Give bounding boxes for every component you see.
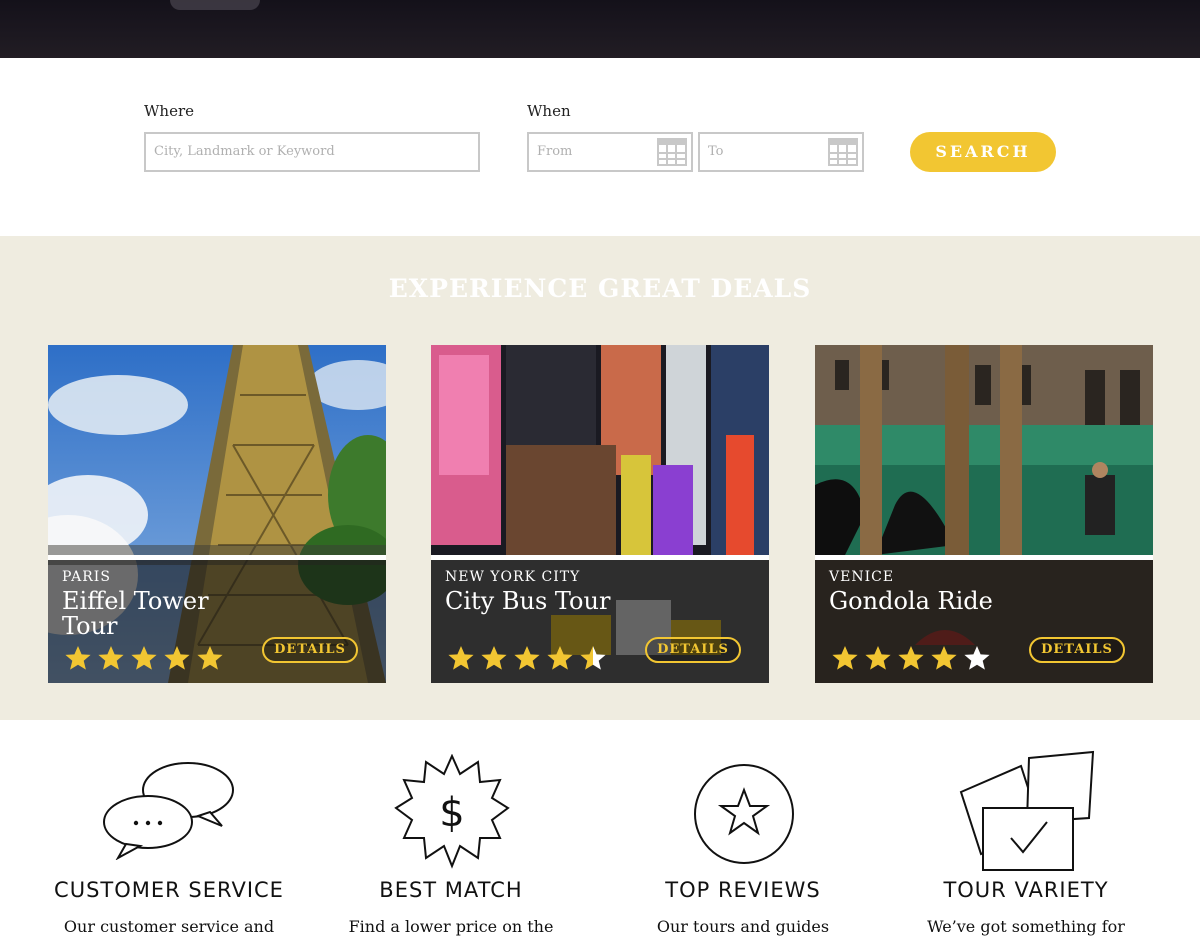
star-icon	[931, 646, 957, 670]
feature-title: TOP REVIEWS	[665, 878, 821, 902]
from-date-box[interactable]	[527, 132, 693, 172]
features-section: CUSTOMER SERVICE Our customer service an…	[0, 720, 1200, 938]
card-tour-name: City Bus Tour	[445, 587, 611, 615]
star-icon	[580, 646, 606, 670]
from-date-input[interactable]	[537, 144, 647, 159]
star-icon	[65, 646, 91, 670]
rating-stars	[447, 645, 607, 671]
star-icon	[514, 646, 540, 670]
hero-mountain	[170, 0, 260, 10]
star-icon	[547, 646, 573, 670]
calendar-icon[interactable]	[657, 138, 687, 166]
details-button[interactable]: DETAILS	[1029, 637, 1125, 663]
feature-text: We’ve got something for	[927, 917, 1125, 936]
deal-card-venice[interactable]: VENICE Gondola Ride DETAILS	[815, 345, 1153, 683]
deal-card-new-york[interactable]: NEW YORK CITY City Bus Tour DETAILS	[431, 345, 769, 683]
star-icon	[197, 646, 223, 670]
where-input[interactable]	[154, 144, 478, 159]
deals-section: EXPERIENCE GREAT DEALS PARIS Eiffel Towe…	[0, 236, 1200, 720]
star-icon	[448, 646, 474, 670]
card-city: PARIS	[62, 569, 111, 585]
card-tour-name: Eiffel Tower Tour	[62, 587, 209, 640]
feature-title: BEST MATCH	[379, 878, 523, 902]
deals-title: EXPERIENCE GREAT DEALS	[388, 274, 812, 303]
feature-text: Our tours and guides	[656, 917, 830, 936]
star-icon	[865, 646, 891, 670]
star-icon	[898, 646, 924, 670]
details-button[interactable]: DETAILS	[262, 637, 358, 663]
hero-image	[0, 0, 1200, 58]
star-circle-icon	[694, 764, 794, 864]
chat-bubbles-icon	[103, 762, 234, 860]
card-city: VENICE	[829, 569, 895, 585]
feature-text: Find a lower price on the	[348, 917, 554, 936]
search-bar: Where When SEARCH	[0, 58, 1200, 236]
deal-card-paris[interactable]: PARIS Eiffel Tower Tour DETAILS	[48, 345, 386, 683]
price-badge-icon: $	[394, 754, 510, 869]
star-icon	[131, 646, 157, 670]
feature-title: CUSTOMER SERVICE	[54, 878, 284, 902]
star-icon	[98, 646, 124, 670]
star-icon	[964, 646, 990, 670]
feature-title: TOUR VARIETY	[943, 878, 1109, 902]
search-button[interactable]: SEARCH	[910, 132, 1056, 172]
calendar-icon[interactable]	[828, 138, 858, 166]
star-icon	[164, 646, 190, 670]
details-button[interactable]: DETAILS	[645, 637, 741, 663]
star-icon	[832, 646, 858, 670]
card-city: NEW YORK CITY	[445, 569, 581, 585]
checklist-cards-icon	[959, 750, 1095, 871]
feature-text: Our customer service and	[63, 917, 275, 936]
to-date-box[interactable]	[698, 132, 864, 172]
star-icon	[481, 646, 507, 670]
card-tour-name: Gondola Ride	[829, 587, 993, 615]
rating-stars	[831, 645, 991, 671]
svg-text:$: $	[439, 790, 464, 836]
rating-stars	[64, 645, 224, 671]
when-label: When	[527, 102, 571, 120]
where-input-box[interactable]	[144, 132, 480, 172]
to-date-input[interactable]	[708, 144, 818, 159]
where-label: Where	[144, 102, 195, 120]
